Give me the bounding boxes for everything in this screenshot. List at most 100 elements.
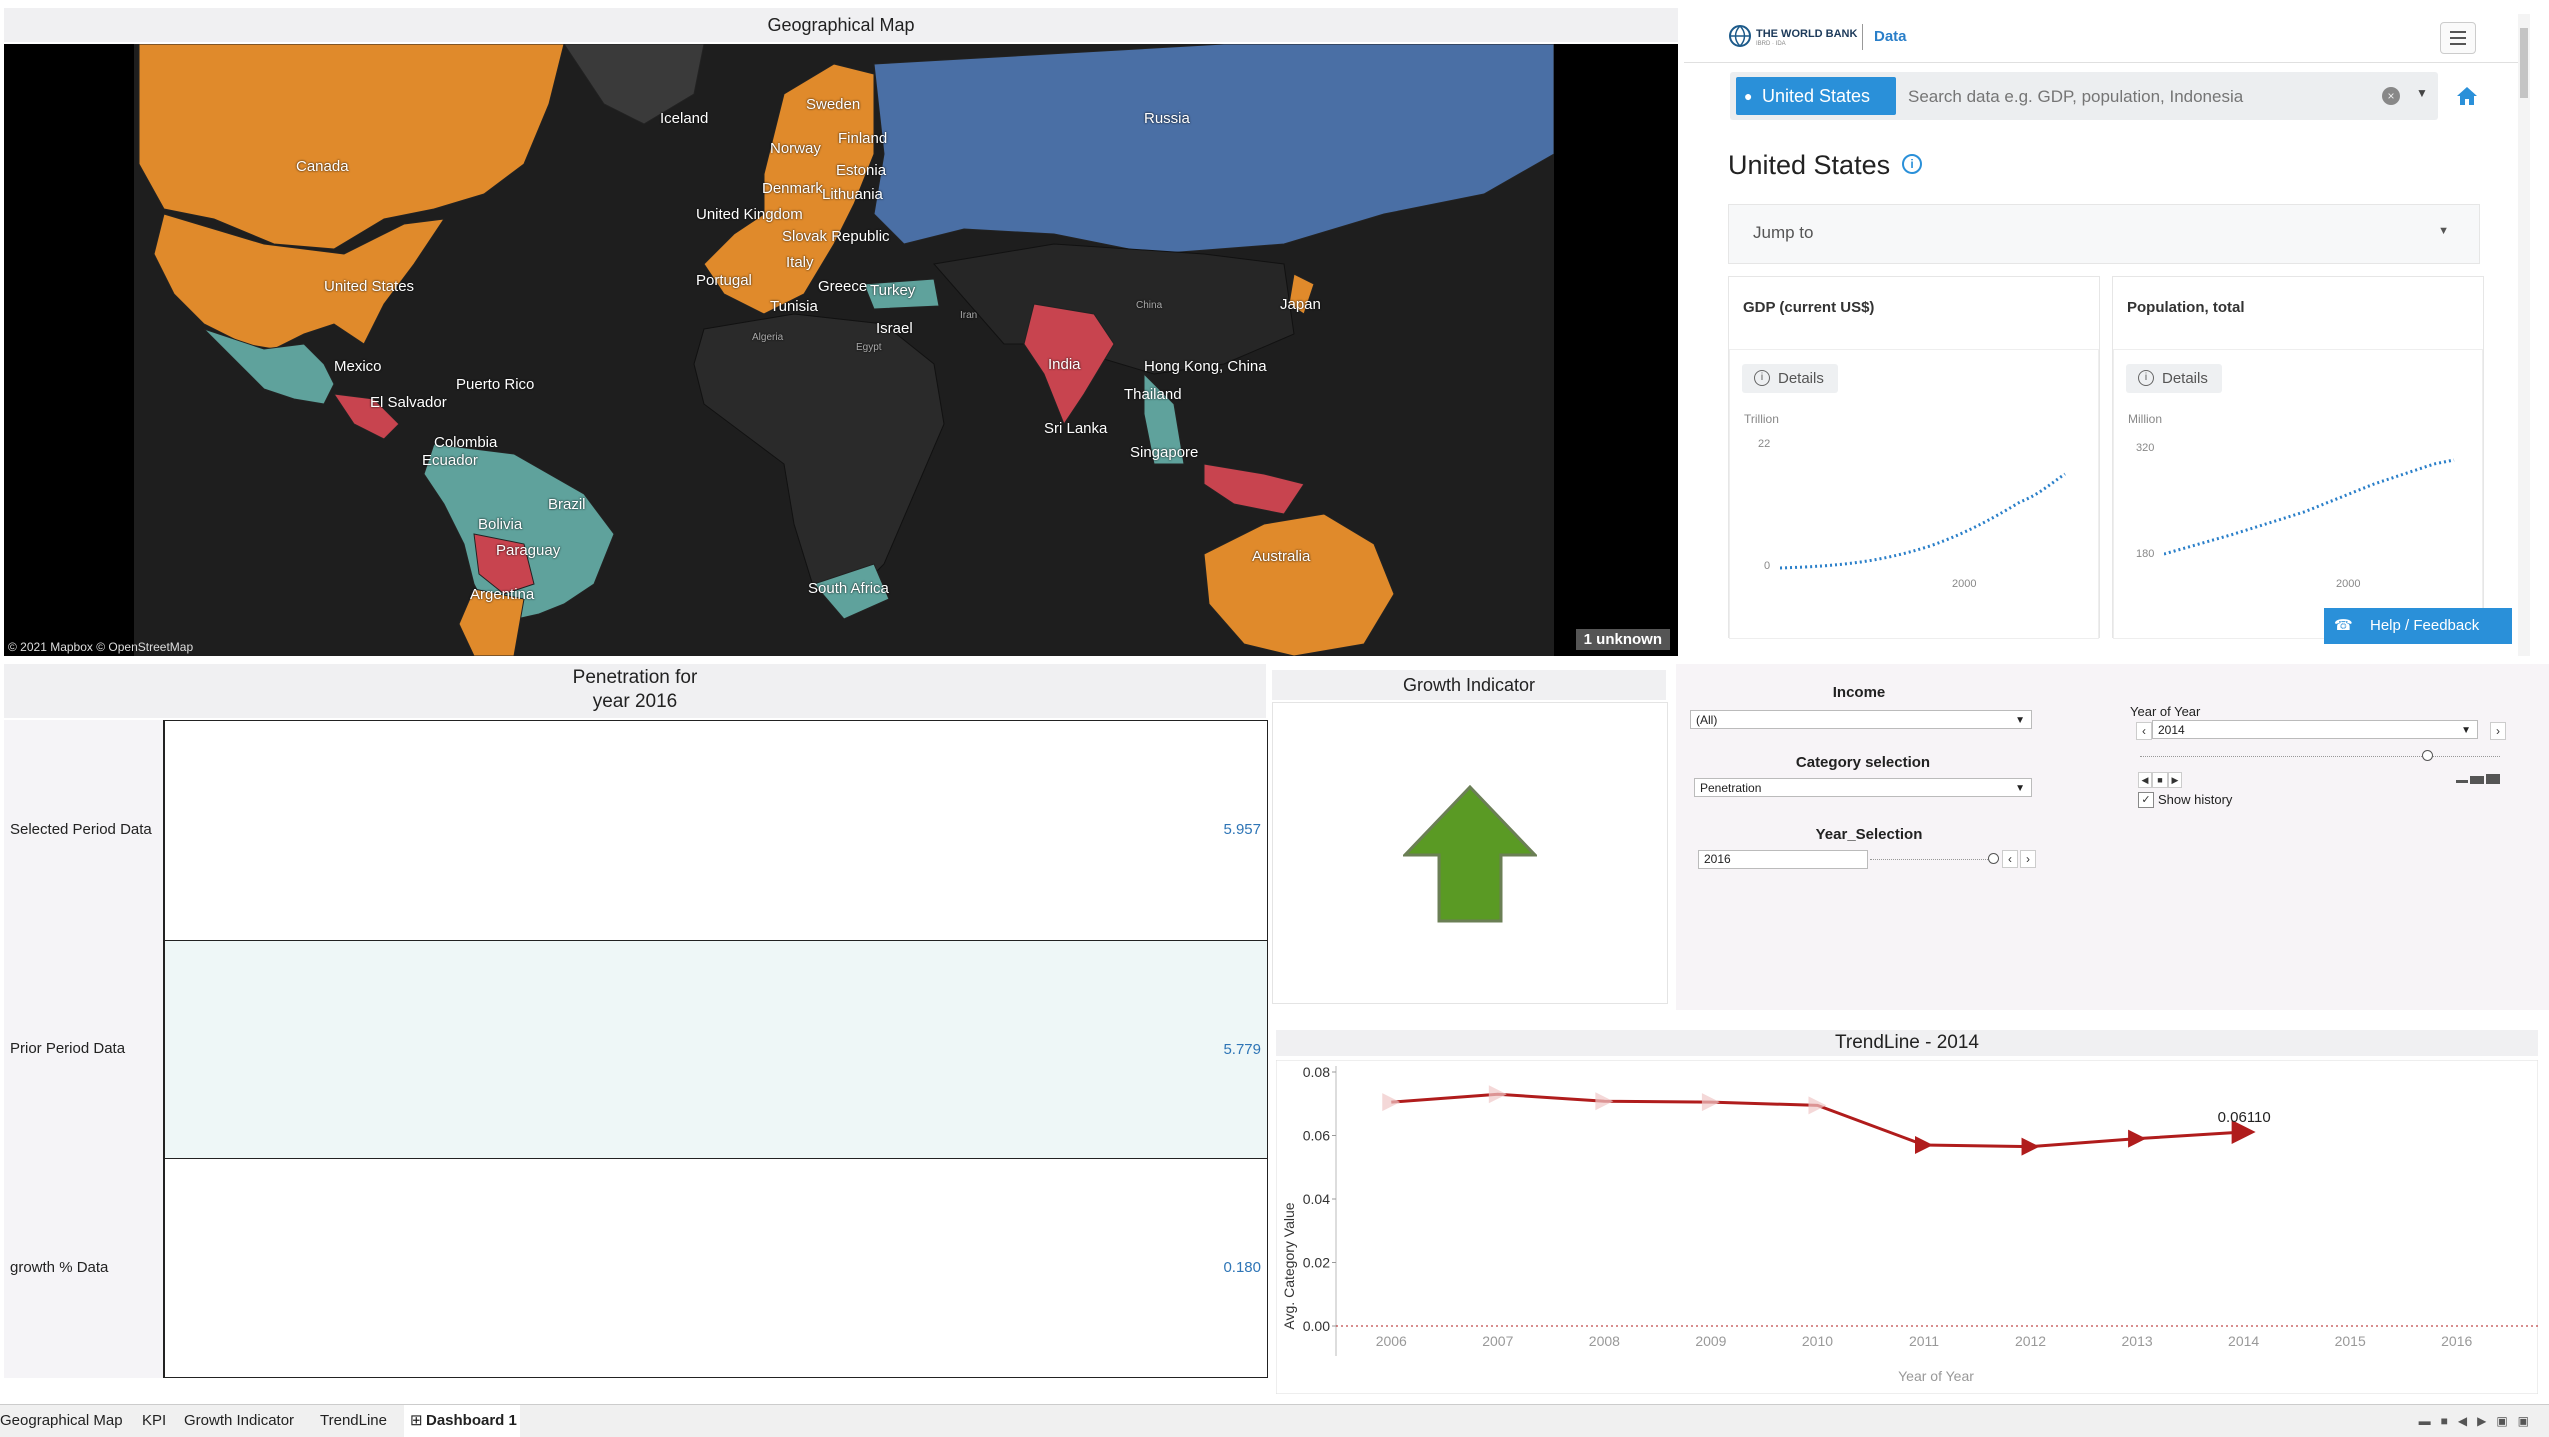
map-label-ecuador: Ecuador bbox=[422, 452, 478, 469]
x-tick-label: 2012 bbox=[2015, 1333, 2046, 1349]
search-input[interactable] bbox=[1906, 80, 2340, 114]
country-selector-button[interactable]: ● United States bbox=[1736, 77, 1896, 115]
map-label-norway: Norway bbox=[770, 140, 821, 157]
growth-indicator-panel[interactable] bbox=[1272, 702, 1668, 1004]
header-rule bbox=[1684, 62, 2530, 63]
map-label-russia: Russia bbox=[1144, 110, 1190, 127]
worldbank-globe-icon bbox=[1729, 25, 1751, 48]
map-label-colombia: Colombia bbox=[434, 434, 498, 451]
income-dropdown[interactable]: (All) ▼ bbox=[1690, 710, 2032, 729]
kpi-row-label: Selected Period Data bbox=[4, 720, 164, 940]
year-of-year-dropdown[interactable]: 2014 ▼ bbox=[2152, 720, 2478, 739]
playback-stop-button[interactable]: ■ bbox=[2152, 772, 2168, 788]
tab-nav-controls[interactable]: ▬■◀▶▣▣ bbox=[2419, 1414, 2539, 1428]
map-label-lithuania: Lithuania bbox=[822, 186, 883, 203]
map-label-thailand: Thailand bbox=[1124, 386, 1182, 403]
gdp-details-label: Details bbox=[1778, 370, 1824, 387]
year-selection-prev-button[interactable]: ‹ bbox=[2002, 850, 2018, 868]
playback-back-button[interactable]: ◀ bbox=[2138, 772, 2152, 788]
scrollbar-thumb[interactable] bbox=[2520, 28, 2528, 98]
x-tick-label: 2008 bbox=[1589, 1333, 1620, 1349]
map-label-egypt: Egypt bbox=[856, 342, 882, 353]
income-dropdown-value: (All) bbox=[1696, 713, 1718, 727]
year-of-year-slider-handle[interactable] bbox=[2422, 750, 2433, 761]
year-of-year-prev-button[interactable]: ‹ bbox=[2136, 722, 2152, 740]
population-details-label: Details bbox=[2162, 370, 2208, 387]
home-icon[interactable] bbox=[2456, 86, 2478, 106]
x-tick-label: 2010 bbox=[1802, 1333, 1833, 1349]
gdp-y-top: 22 bbox=[1758, 438, 1771, 450]
map-label-japan: Japan bbox=[1280, 296, 1321, 313]
map-label-singapore: Singapore bbox=[1130, 444, 1199, 461]
worldbank-web-panel[interactable]: THE WORLD BANK IBRD · IDA Data ● United … bbox=[1684, 14, 2530, 656]
map-title: Geographical Map bbox=[4, 8, 1678, 42]
map-label-brazil: Brazil bbox=[548, 496, 586, 513]
trendline-chart[interactable]: 0.00 0.02 0.04 0.06 0.08 2006 2007 2008 2009 2010… bbox=[1276, 1060, 2538, 1394]
gdp-card[interactable]: GDP (current US$) i Details Trillion 22 … bbox=[1728, 276, 2100, 639]
kpi-cell-selected[interactable]: 5.957 bbox=[164, 720, 1268, 940]
geographical-map[interactable]: Canada United States Mexico El Salvador … bbox=[4, 44, 1678, 656]
kpi-value: 5.957 bbox=[1223, 821, 1261, 838]
kpi-title-line1: Penetration for bbox=[572, 667, 698, 688]
dropdown-caret-icon: ▼ bbox=[2015, 715, 2025, 726]
year-of-year-slider-track[interactable] bbox=[2140, 756, 2500, 759]
kpi-cell-growth[interactable]: 0.180 bbox=[164, 1158, 1268, 1378]
kpi-row-label: growth % Data bbox=[4, 1158, 164, 1378]
year-selection-next-button[interactable]: › bbox=[2020, 850, 2036, 868]
help-feedback-label: Help / Feedback bbox=[2370, 617, 2480, 634]
year-selection-slider-handle[interactable] bbox=[1988, 853, 1999, 864]
gdp-x-label: 2000 bbox=[1952, 578, 1977, 590]
help-feedback-button[interactable]: ☎ Help / Feedback bbox=[2324, 608, 2512, 644]
map-label-italy: Italy bbox=[786, 254, 814, 271]
tab-dashboard-1[interactable]: ⊞ Dashboard 1 bbox=[404, 1405, 520, 1437]
tab-growth-indicator[interactable]: Growth Indicator bbox=[184, 1405, 306, 1437]
year-selection-slider-track[interactable] bbox=[1870, 859, 1994, 862]
search-dropdown-caret-icon[interactable]: ▼ bbox=[2416, 86, 2428, 100]
gdp-sparkline bbox=[1780, 472, 2066, 570]
kpi-cell-prior[interactable]: 5.779 bbox=[164, 940, 1268, 1158]
population-chart-box: i Details Million 320 180 2000 bbox=[2113, 349, 2483, 639]
kpi-row-label: Prior Period Data bbox=[4, 940, 164, 1158]
population-details-button[interactable]: i Details bbox=[2126, 364, 2222, 393]
map-label-iceland: Iceland bbox=[660, 110, 709, 127]
map-label-finland: Finland bbox=[838, 130, 888, 147]
map-label-puerto-rico: Puerto Rico bbox=[456, 376, 535, 393]
trendline-x-axis-label: Year of Year bbox=[1898, 1368, 1974, 1384]
playback-play-button[interactable]: ▶ bbox=[2168, 772, 2182, 788]
playback-speed-icon[interactable] bbox=[2456, 774, 2504, 784]
map-label-hong-kong-china: Hong Kong, China bbox=[1144, 358, 1267, 375]
map-label-iran: Iran bbox=[960, 310, 978, 321]
map-label-india: India bbox=[1048, 356, 1081, 373]
tab-kpi[interactable]: KPI bbox=[142, 1405, 172, 1437]
x-tick-label: 2006 bbox=[1376, 1333, 1407, 1349]
y-tick-label: 0.00 bbox=[1303, 1318, 1330, 1334]
year-of-year-value: 2014 bbox=[2158, 723, 2185, 737]
map-label-tunisia: Tunisia bbox=[770, 298, 818, 315]
tab-geographical-map[interactable]: Geographical Map bbox=[0, 1405, 128, 1437]
gdp-details-button[interactable]: i Details bbox=[1742, 364, 1838, 393]
hamburger-menu-button[interactable] bbox=[2440, 22, 2476, 54]
x-tick-label: 2014 bbox=[2228, 1333, 2259, 1349]
map-label-sweden: Sweden bbox=[806, 96, 861, 113]
category-dropdown[interactable]: Penetration ▼ bbox=[1694, 778, 2032, 797]
dropdown-caret-icon: ▼ bbox=[2015, 783, 2025, 794]
scrollbar[interactable] bbox=[2518, 14, 2530, 656]
clear-search-icon[interactable]: × bbox=[2382, 87, 2400, 105]
map-label-portugal: Portugal bbox=[696, 272, 752, 289]
population-sparkline bbox=[2164, 458, 2455, 556]
country-selector-label: United States bbox=[1762, 86, 1871, 106]
unknown-badge[interactable]: 1 unknown bbox=[1575, 629, 1670, 650]
population-card[interactable]: Population, total i Details Million 320 … bbox=[2112, 276, 2484, 639]
show-history-checkbox[interactable]: ✓ bbox=[2138, 792, 2154, 808]
jump-to-dropdown[interactable]: Jump to ▼ bbox=[1728, 204, 2480, 264]
tab-trendline[interactable]: TrendLine bbox=[320, 1405, 394, 1437]
map-label-south-africa: South Africa bbox=[808, 580, 889, 597]
map-label-china: China bbox=[1136, 300, 1163, 311]
data-section-link[interactable]: Data bbox=[1874, 28, 1907, 45]
gdp-y-bottom: 0 bbox=[1764, 560, 1771, 572]
info-icon[interactable]: i bbox=[1902, 154, 1922, 174]
worldbank-logo-text[interactable]: THE WORLD BANK bbox=[1756, 28, 1857, 40]
year-of-year-next-button[interactable]: › bbox=[2490, 722, 2506, 740]
y-tick-label: 0.04 bbox=[1303, 1191, 1330, 1207]
year-selection-input[interactable] bbox=[1698, 850, 1868, 869]
